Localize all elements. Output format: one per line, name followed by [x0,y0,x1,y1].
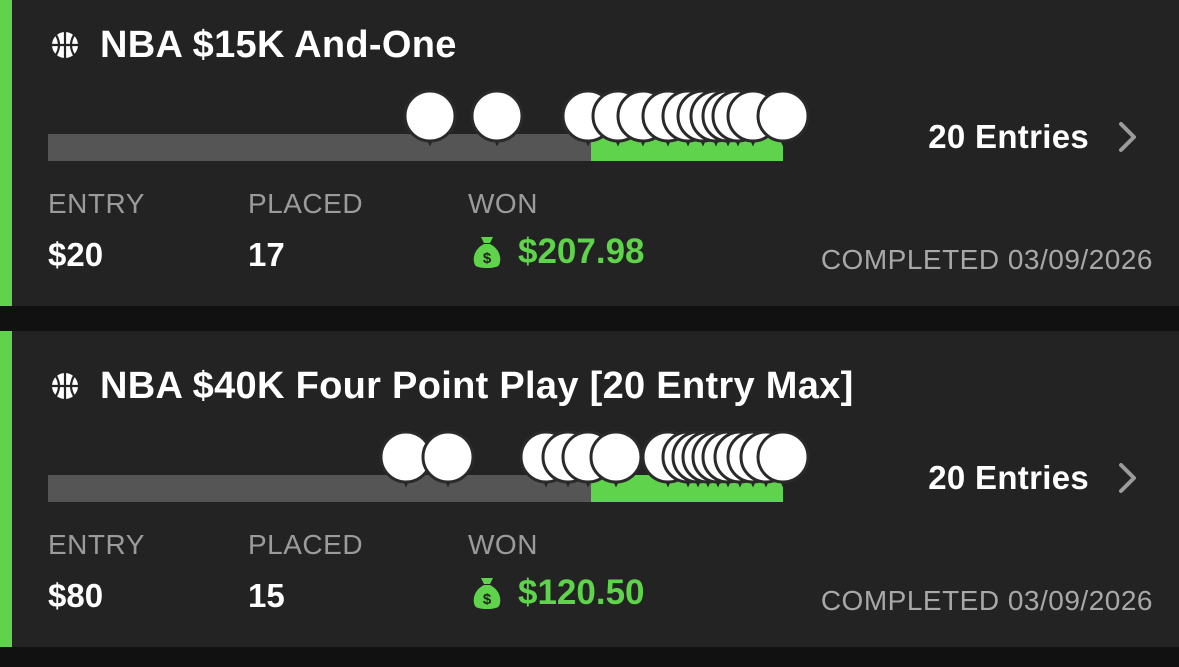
svg-text:$: $ [483,591,492,608]
money-bag-icon: $ [473,237,501,268]
standings-track [48,405,810,505]
entry-markers [379,430,810,488]
placed-label: PLACED [248,529,364,560]
completed-status: COMPLETED 03/09/2026 [820,585,1153,616]
placed-value: 15 [248,577,285,614]
contest-title-row: NBA $40K Four Point Play [20 Entry Max] [50,361,854,411]
basketball-icon [52,32,78,58]
contest-card[interactable]: NBA $40K Four Point Play [20 Entry Max] … [0,331,1179,647]
entries-link[interactable]: 20 Entries [928,459,1139,497]
entry-value: $20 [48,236,104,273]
placed-label: PLACED [248,188,364,219]
won-value: $207.98 [518,232,645,271]
contest-card[interactable]: NBA $15K And-One 20 Entries ENTRY $20 PL… [0,0,1179,306]
won-label: WON [468,529,538,560]
won-amount: $ $207.98 [470,232,645,272]
entries-count: 20 Entries [928,459,1089,496]
chevron-right-icon [1119,463,1136,493]
card-accent-bar [0,331,12,647]
contest-title: NBA $15K And-One [100,23,457,66]
entry-value: $80 [48,577,104,614]
chevron-right-icon [1119,122,1136,152]
card-accent-bar [0,0,12,306]
won-amount: $ $120.50 [470,573,645,613]
money-bag-icon: $ [473,578,501,609]
contest-title: NBA $40K Four Point Play [20 Entry Max] [100,364,854,407]
standings-track [48,64,810,164]
entry-label: ENTRY [48,529,145,560]
standings-chart [48,430,810,502]
entries-link[interactable]: 20 Entries [928,118,1139,156]
won-value: $120.50 [518,573,645,612]
basketball-icon [52,373,78,399]
placed-value: 17 [248,236,285,273]
track-bar [48,475,593,502]
standings-chart [48,89,810,161]
entries-count: 20 Entries [928,118,1089,155]
entry-label: ENTRY [48,188,145,219]
won-label: WON [468,188,538,219]
svg-text:$: $ [483,250,492,267]
completed-status: COMPLETED 03/09/2026 [820,244,1153,275]
contest-title-row: NBA $15K And-One [50,20,457,70]
